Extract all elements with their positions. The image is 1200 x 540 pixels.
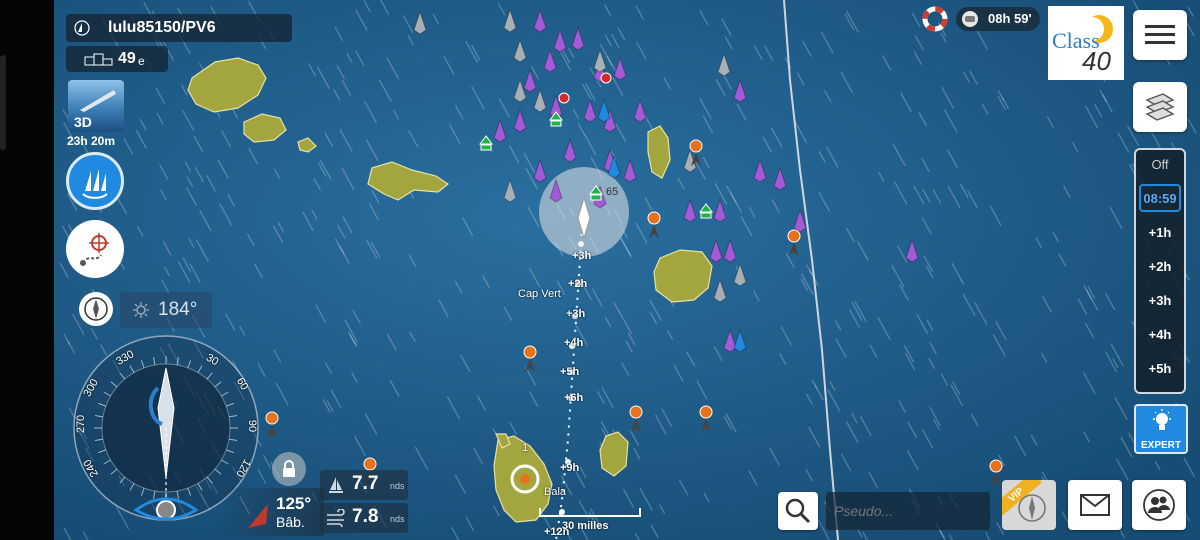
forecast-step-4h[interactable]: +4h xyxy=(1138,320,1182,348)
compass-num-90: 90 xyxy=(246,419,259,433)
wind-speed-value: 7.8 xyxy=(352,506,379,527)
route-label-5h: +5h xyxy=(560,366,580,378)
layers-icon xyxy=(1145,93,1175,121)
orange-marker-icon[interactable] xyxy=(689,139,703,153)
player-name: lulu85150/PV6 xyxy=(108,19,216,36)
route-label-2h: +2h xyxy=(568,278,588,290)
rank-suffix: e xyxy=(138,54,145,68)
boat-speed-value: 7.7 xyxy=(352,473,379,494)
view-3d-timer: 23h 20m xyxy=(67,134,116,148)
clock-icon xyxy=(962,11,978,27)
forecast-off-button[interactable]: Off xyxy=(1138,150,1182,178)
sail-icon xyxy=(74,20,90,36)
orange-marker-icon[interactable] xyxy=(523,345,537,359)
orange-marker-icon[interactable] xyxy=(787,229,801,243)
orange-marker-icon[interactable] xyxy=(699,405,713,419)
search-button[interactable] xyxy=(778,492,818,530)
north-compass-button[interactable] xyxy=(79,292,113,326)
friends-button[interactable] xyxy=(1132,480,1186,530)
wind-speed-unit: nds xyxy=(390,514,405,524)
race-timer-plaque: 08h 59' xyxy=(956,7,1040,31)
game-screen: { "player": {"name": "lulu85150/PV6", "r… xyxy=(0,0,1200,540)
heading-value: 184° xyxy=(158,299,198,320)
forecast-step-5h[interactable]: +5h xyxy=(1138,354,1182,382)
orange-marker-icon[interactable] xyxy=(363,457,377,471)
boat-3d-icon xyxy=(80,90,116,112)
lifebuoy-button[interactable] xyxy=(922,6,948,32)
place-label-cap-vert: Cap Vert xyxy=(518,288,561,300)
route-label-6h: +6h xyxy=(564,392,584,404)
twa-value: 125° xyxy=(276,494,312,513)
compass-num-270: 270 xyxy=(75,414,88,434)
forecast-step-1h[interactable]: +1h xyxy=(1138,218,1182,246)
expert-label: EXPERT xyxy=(1141,440,1182,451)
forecast-step-2h[interactable]: +2h xyxy=(1138,252,1182,280)
orange-marker-icon[interactable] xyxy=(989,459,1003,473)
lightbulb-icon xyxy=(1153,409,1171,430)
wind-speed-panel: 7.8 nds xyxy=(320,503,408,533)
partial-label-1: 1 xyxy=(522,442,529,454)
boat-speed-unit: nds xyxy=(390,481,405,491)
lock-button[interactable] xyxy=(272,452,306,486)
class40-logo: Class 40 xyxy=(1048,6,1124,80)
compass-icon xyxy=(84,297,108,321)
magnifier-icon xyxy=(785,498,811,524)
route-label-3h: +3h xyxy=(572,250,592,262)
podium-icon xyxy=(84,53,113,66)
orange-marker-icon[interactable] xyxy=(647,211,661,225)
twa-side: Bâb. xyxy=(276,514,305,530)
boat-speed-icon xyxy=(329,477,343,493)
layers-button[interactable] xyxy=(1133,82,1187,132)
sail-change-button[interactable] xyxy=(66,152,124,210)
partial-label-bala: Bala xyxy=(544,486,567,498)
forecast-step-3h[interactable]: +3h xyxy=(1138,286,1182,314)
forecast-current-time[interactable]: 08:59 xyxy=(1139,184,1181,212)
red-marker-icon[interactable] xyxy=(600,72,612,84)
sun-compass-icon xyxy=(133,302,149,318)
sails-icon xyxy=(82,169,108,199)
class40-logo-number: 40 xyxy=(1082,46,1111,76)
view-3d-label: 3D xyxy=(74,114,92,130)
hamburger-menu-icon xyxy=(1145,25,1175,44)
scale-label: 30 milles xyxy=(562,520,609,532)
routing-button[interactable] xyxy=(66,220,124,278)
friends-group-icon xyxy=(1143,489,1175,521)
orange-marker-icon[interactable] xyxy=(629,405,643,419)
route-label-9h: +9h xyxy=(560,462,580,474)
route-label-4h: +4h xyxy=(564,337,584,349)
wind-icon xyxy=(327,509,345,527)
orange-marker-icon[interactable] xyxy=(265,411,279,425)
main-menu-button[interactable] xyxy=(1133,10,1187,60)
envelope-icon xyxy=(1080,494,1110,516)
rank-value: 49 xyxy=(118,50,136,67)
red-marker-icon[interactable] xyxy=(558,92,570,104)
heading-plaque: 184° xyxy=(120,292,212,328)
view-3d-button[interactable]: 3D xyxy=(68,80,124,132)
boat-speed-panel: 7.7 nds xyxy=(320,470,408,500)
lifebuoy-icon xyxy=(922,6,948,32)
padlock-icon xyxy=(283,460,295,477)
expert-button[interactable]: EXPERT xyxy=(1134,404,1188,454)
player-search-field[interactable] xyxy=(832,500,986,522)
player-boat[interactable] xyxy=(570,196,598,240)
rank-plaque[interactable]: 49 e xyxy=(66,46,168,72)
messages-button[interactable] xyxy=(1068,480,1122,530)
wind-angle-icon xyxy=(248,504,268,528)
partial-label-65: 65 xyxy=(606,186,619,198)
player-name-plaque[interactable]: lulu85150/PV6 xyxy=(66,14,292,42)
race-timer-value: 08h 59' xyxy=(988,11,1032,26)
waypoint-target-icon[interactable] xyxy=(508,462,542,496)
route-label-3h-b: +3h xyxy=(566,308,586,320)
crosshair-route-icon xyxy=(80,233,109,266)
vip-button[interactable]: VIP xyxy=(1002,480,1056,530)
player-search-input[interactable] xyxy=(826,492,990,530)
twa-panel: 125° Bâb. xyxy=(214,488,324,536)
vip-compass-icon xyxy=(1018,494,1046,522)
